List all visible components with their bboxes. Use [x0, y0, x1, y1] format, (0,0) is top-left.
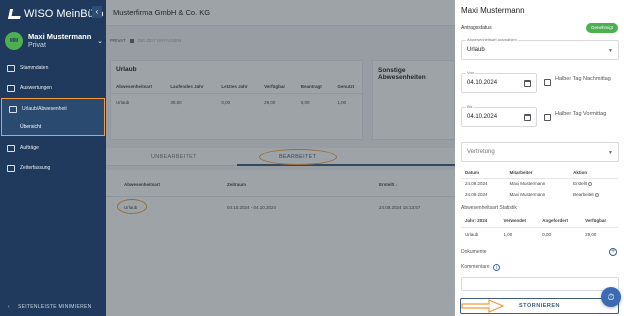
field-label: Von: [466, 70, 475, 75]
action-text: Bearbeitet: [573, 192, 594, 197]
clock-user-icon: [7, 164, 15, 172]
column-header: Mitarbeiter: [505, 168, 570, 179]
calendar-icon[interactable]: [524, 114, 531, 121]
caret-down-icon: ▼: [608, 150, 613, 156]
logo-icon: [7, 9, 23, 19]
column-header: Aktion: [569, 168, 618, 179]
table-cell: 0,00: [542, 231, 551, 237]
info-icon[interactable]: [587, 182, 592, 187]
status-label: Antragsstatus: [461, 25, 492, 31]
absence-type-select[interactable]: Abwesenheitsart auswählen Urlaub ▼: [461, 37, 619, 60]
to-date-field[interactable]: Bis 04.10.2024: [461, 104, 537, 127]
sidebar: WISO MeinBüro ‹ MM Maxi Mustermann Priva…: [0, 0, 106, 316]
table-cell: 24.09.2024: [465, 181, 488, 187]
chevron-down-icon: ⌄: [97, 38, 103, 45]
minimize-sidebar-button[interactable]: ‹ SEITENLEISTE MINIMIEREN: [0, 304, 106, 310]
documents-label: Dokumente: [461, 249, 487, 255]
action-text: Erstellt: [573, 181, 587, 187]
field-value: Urlaub: [467, 47, 485, 53]
chevron-left-icon: ‹: [8, 304, 10, 310]
user-switcher[interactable]: MM Maxi Mustermann Privat ⌄: [5, 30, 103, 52]
sidebar-group-urlaub: Urlaub/Abwesenheit Übersicht: [1, 98, 105, 136]
field-placeholder: Vertretung: [467, 149, 495, 155]
column-header: Angefordert: [538, 214, 582, 228]
user-name: Maxi Mustermann: [28, 32, 92, 41]
stats-title: Abwesenheitsart Statistik: [461, 205, 517, 211]
column-header: Jahr: 2024: [461, 214, 500, 228]
table-cell: 1,00: [503, 231, 513, 237]
app-logo[interactable]: WISO MeinBüro: [7, 8, 103, 20]
table-row: 24.09.2024 Maxi Mustermann Bearbeitet: [461, 189, 618, 200]
sidebar-item-label: Zeiterfassung: [20, 165, 51, 171]
from-date-field[interactable]: Von 04.10.2024: [461, 70, 537, 93]
calendar-icon: [9, 105, 17, 113]
modal-backdrop[interactable]: [106, 0, 455, 316]
comments-label: Kommentare: [461, 264, 490, 270]
table-cell: 24.09.2024: [465, 192, 488, 197]
calendar-icon[interactable]: [524, 80, 531, 87]
info-icon[interactable]: i: [493, 264, 500, 271]
address-card-icon: [7, 64, 15, 72]
table-cell: Bearbeitet: [569, 189, 618, 200]
sidebar-item-label: Auswertungen: [20, 85, 52, 91]
sidebar-item-label: Urlaub/Abwesenheit: [22, 106, 67, 112]
document-icon: [7, 144, 15, 152]
column-header: Datum: [461, 168, 506, 179]
stats-table: Jahr: 2024 Verwendet Angefordert Verfügb…: [461, 214, 618, 241]
sidebar-item-label: Stammdaten: [20, 65, 49, 71]
user-role: Privat: [28, 42, 46, 49]
collapse-icon[interactable]: ‹: [92, 6, 102, 18]
add-document-icon[interactable]: +: [609, 248, 617, 256]
history-table: Datum Mitarbeiter Aktion 24.09.2024 Maxi…: [461, 168, 618, 200]
minimize-sidebar-label: SEITENLEISTE MINIMIEREN: [17, 304, 92, 310]
timer-icon[interactable]: ⏱: [601, 287, 621, 307]
sidebar-subitem-uebersicht[interactable]: Übersicht: [2, 119, 104, 135]
table-cell: Maxi Mustermann: [509, 181, 546, 187]
substitute-select[interactable]: Vertretung ▼: [461, 142, 619, 162]
status-badge: Genehmigt: [586, 23, 618, 33]
half-day-morning-checkbox[interactable]: [544, 114, 551, 121]
chart-icon: [7, 84, 15, 92]
table-row: 24.09.2024 Maxi Mustermann Erstellt: [461, 178, 618, 189]
sidebar-item-auftraege[interactable]: Aufträge: [0, 138, 106, 158]
avatar: MM: [5, 32, 23, 50]
sidebar-nav: Stammdaten Auswertungen Urlaub/Abwesenhe…: [0, 58, 106, 178]
sidebar-item-auswertungen[interactable]: Auswertungen: [0, 78, 106, 98]
half-day-morning-label: Halber Tag Vormittag: [555, 111, 607, 117]
table-cell: Erstellt: [569, 178, 618, 189]
column-header: Verfügbar: [581, 214, 618, 228]
arrow-highlight-marker: [461, 299, 505, 313]
info-icon[interactable]: [594, 192, 599, 197]
sidebar-item-label: Aufträge: [20, 145, 39, 151]
comment-input[interactable]: [461, 277, 619, 291]
field-label: Abwesenheitsart auswählen: [466, 37, 518, 42]
field-value: 04.10.2024: [467, 114, 498, 120]
table-row: Urlaub 1,00 0,00 29,00: [461, 227, 618, 241]
table-cell: Maxi Mustermann: [509, 192, 546, 197]
table-cell: Urlaub: [465, 231, 479, 237]
sidebar-item-zeiterfassung[interactable]: Zeiterfassung: [0, 158, 106, 178]
caret-down-icon: ▼: [608, 48, 613, 54]
absence-detail-panel: Maxi Mustermann Antragsstatus Genehmigt …: [455, 0, 624, 316]
sidebar-item-stammdaten[interactable]: Stammdaten: [0, 58, 106, 78]
column-header: Verwendet: [499, 214, 539, 228]
half-day-afternoon-checkbox[interactable]: [544, 79, 551, 86]
field-label: Bis: [466, 104, 474, 109]
field-value: 04.10.2024: [467, 80, 498, 86]
table-cell: 29,00: [585, 231, 597, 237]
panel-title: Maxi Mustermann: [461, 6, 525, 15]
half-day-afternoon-label: Halber Tag Nachmittag: [555, 76, 611, 82]
sidebar-item-urlaub[interactable]: Urlaub/Abwesenheit: [2, 99, 104, 119]
